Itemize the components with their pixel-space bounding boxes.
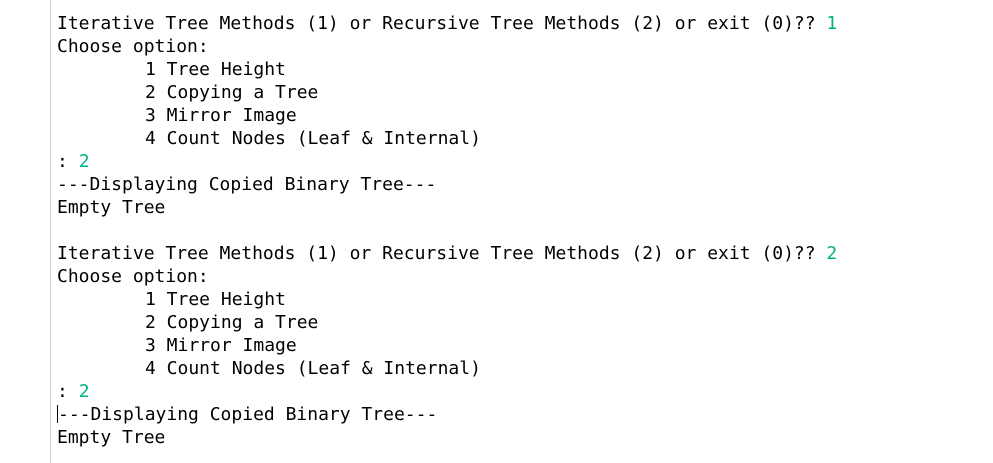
choose-option-line: Choose option: — [57, 266, 209, 287]
option-copying-tree: 2 Copying a Tree — [145, 82, 319, 103]
menu-prompt-line: Iterative Tree Methods (1) or Recursive … — [57, 242, 837, 265]
user-input: 2 — [78, 381, 90, 402]
result-text: Empty Tree — [57, 427, 166, 448]
option-prompt-line: : 2 — [57, 380, 837, 403]
choose-option-line: Choose option: — [57, 36, 209, 57]
option-mirror-image: 3 Mirror Image — [145, 335, 297, 356]
option-mirror-image: 3 Mirror Image — [145, 105, 297, 126]
option-count-nodes: 4 Count Nodes (Leaf & Internal) — [145, 128, 481, 149]
result-header-line: ---Displaying Copied Binary Tree--- — [57, 403, 837, 426]
option-prompt-text: : — [57, 381, 79, 402]
option-tree-height: 1 Tree Height — [145, 59, 286, 80]
option-prompt-text: : — [57, 151, 79, 172]
result-header: ---Displaying Copied Binary Tree--- — [57, 174, 437, 195]
user-input: 2 — [78, 151, 90, 172]
option-prompt-line: : 2 — [57, 150, 837, 173]
option-copying-tree: 2 Copying a Tree — [145, 312, 319, 333]
result-header: ---Displaying Copied Binary Tree--- — [58, 404, 438, 425]
menu-prompt-text: Iterative Tree Methods (1) or Recursive … — [57, 243, 827, 264]
menu-prompt-text: Iterative Tree Methods (1) or Recursive … — [57, 13, 827, 34]
console-window[interactable]: Iterative Tree Methods (1) or Recursive … — [0, 0, 993, 463]
option-count-nodes: 4 Count Nodes (Leaf & Internal) — [145, 358, 481, 379]
menu-prompt-line: Iterative Tree Methods (1) or Recursive … — [57, 12, 837, 35]
option-tree-height: 1 Tree Height — [145, 289, 286, 310]
console-output[interactable]: Iterative Tree Methods (1) or Recursive … — [57, 12, 837, 449]
user-input: 2 — [826, 243, 838, 264]
gutter-divider — [50, 0, 51, 463]
result-text: Empty Tree — [57, 197, 166, 218]
user-input: 1 — [826, 13, 838, 34]
